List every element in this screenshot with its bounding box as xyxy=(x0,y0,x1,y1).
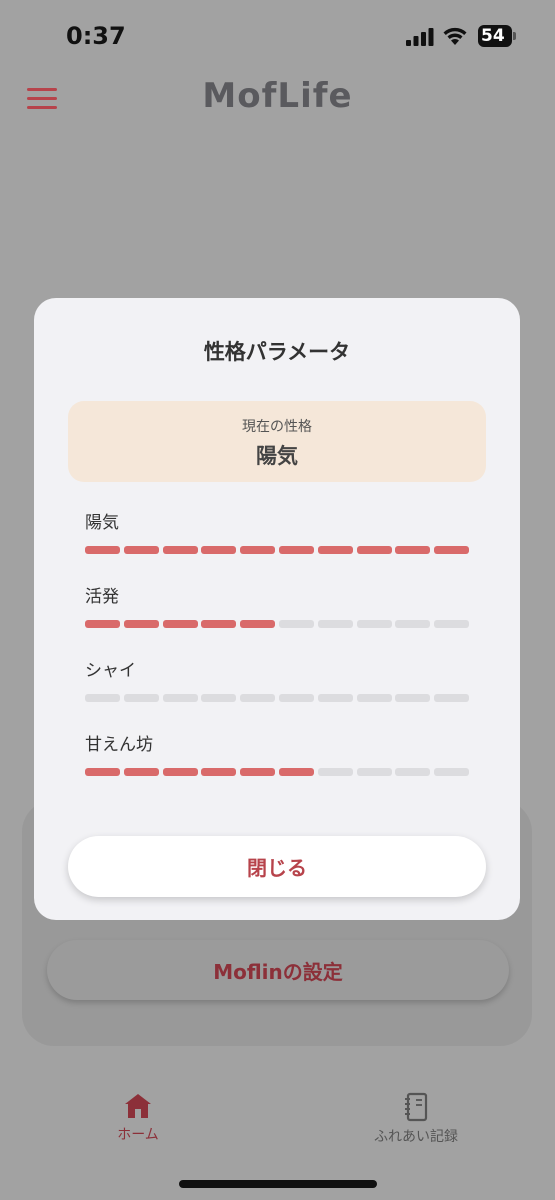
level-segment-filled xyxy=(201,768,237,776)
level-segment-filled xyxy=(201,546,237,554)
close-button[interactable]: 閉じる xyxy=(68,836,486,897)
nav-label-fureai-log: ふれあい記録 xyxy=(374,1129,458,1145)
param-level-bar xyxy=(85,768,470,776)
level-segment-filled xyxy=(356,546,392,554)
level-segment-empty xyxy=(317,768,353,776)
level-segment-filled xyxy=(240,768,276,776)
param-level-bar xyxy=(85,620,470,628)
level-segment-filled xyxy=(123,768,159,776)
level-segment-filled xyxy=(85,546,120,554)
level-segment-empty xyxy=(434,620,470,628)
level-segment-empty xyxy=(162,694,198,702)
level-segment-empty xyxy=(201,694,237,702)
level-segment-empty xyxy=(240,694,276,702)
battery-level: 54 xyxy=(481,26,505,46)
level-segment-filled xyxy=(201,620,237,628)
level-segment-filled xyxy=(85,768,120,776)
param-level-bar xyxy=(85,546,470,554)
wifi-icon xyxy=(443,27,467,45)
battery-indicator: 54 xyxy=(478,25,516,47)
param-label: 活発 xyxy=(85,587,119,607)
level-segment-filled xyxy=(317,546,353,554)
current-personality-value: 陽気 xyxy=(256,444,298,468)
level-segment-empty xyxy=(279,694,314,702)
param-label: 甘えん坊 xyxy=(85,735,153,755)
nav-label-home: ホーム xyxy=(117,1127,159,1143)
cellular-signal-icon xyxy=(406,28,434,46)
level-segment-filled xyxy=(434,546,470,554)
level-segment-empty xyxy=(434,768,470,776)
level-segment-empty xyxy=(317,694,353,702)
level-segment-empty xyxy=(356,768,392,776)
level-segment-empty xyxy=(85,694,120,702)
personality-modal: 性格パラメータ 現在の性格 陽気 陽気 活発 シャイ 甘えん坊 閉じる xyxy=(34,298,520,920)
level-segment-filled xyxy=(123,620,159,628)
current-personality-label: 現在の性格 xyxy=(242,419,312,435)
status-time: 0:37 xyxy=(66,22,126,50)
app-logo: MofLife xyxy=(202,76,353,116)
level-segment-empty xyxy=(356,694,392,702)
level-segment-empty xyxy=(395,768,431,776)
level-segment-filled xyxy=(85,620,120,628)
level-segment-filled xyxy=(395,546,431,554)
level-segment-filled xyxy=(123,546,159,554)
level-segment-filled xyxy=(279,546,314,554)
level-segment-empty xyxy=(395,620,431,628)
level-segment-filled xyxy=(240,546,276,554)
level-segment-empty xyxy=(395,694,431,702)
param-label: 陽気 xyxy=(85,513,119,533)
level-segment-filled xyxy=(162,546,198,554)
param-label: シャイ xyxy=(85,661,136,681)
level-segment-filled xyxy=(279,768,314,776)
current-personality-box: 現在の性格 陽気 xyxy=(68,401,486,482)
notebook-icon xyxy=(405,1092,428,1122)
nav-item-fureai-log[interactable]: ふれあい記録 xyxy=(346,1092,486,1146)
home-indicator[interactable] xyxy=(179,1180,377,1188)
level-segment-empty xyxy=(123,694,159,702)
moflin-settings-button[interactable]: Moflinの設定 xyxy=(47,940,509,1000)
level-segment-empty xyxy=(317,620,353,628)
level-segment-filled xyxy=(162,768,198,776)
nav-item-home[interactable]: ホーム xyxy=(68,1092,208,1144)
param-level-bar xyxy=(85,694,470,702)
level-segment-filled xyxy=(240,620,276,628)
param-cheerful: 陽気 xyxy=(85,508,470,554)
modal-title: 性格パラメータ xyxy=(203,340,351,364)
status-bar: 0:37 54 xyxy=(0,0,555,70)
level-segment-empty xyxy=(279,620,314,628)
param-shy: シャイ xyxy=(85,656,470,702)
level-segment-empty xyxy=(356,620,392,628)
level-segment-empty xyxy=(434,694,470,702)
param-active: 活発 xyxy=(85,582,470,628)
param-sweet: 甘えん坊 xyxy=(85,730,470,776)
home-icon xyxy=(125,1094,151,1118)
level-segment-filled xyxy=(162,620,198,628)
